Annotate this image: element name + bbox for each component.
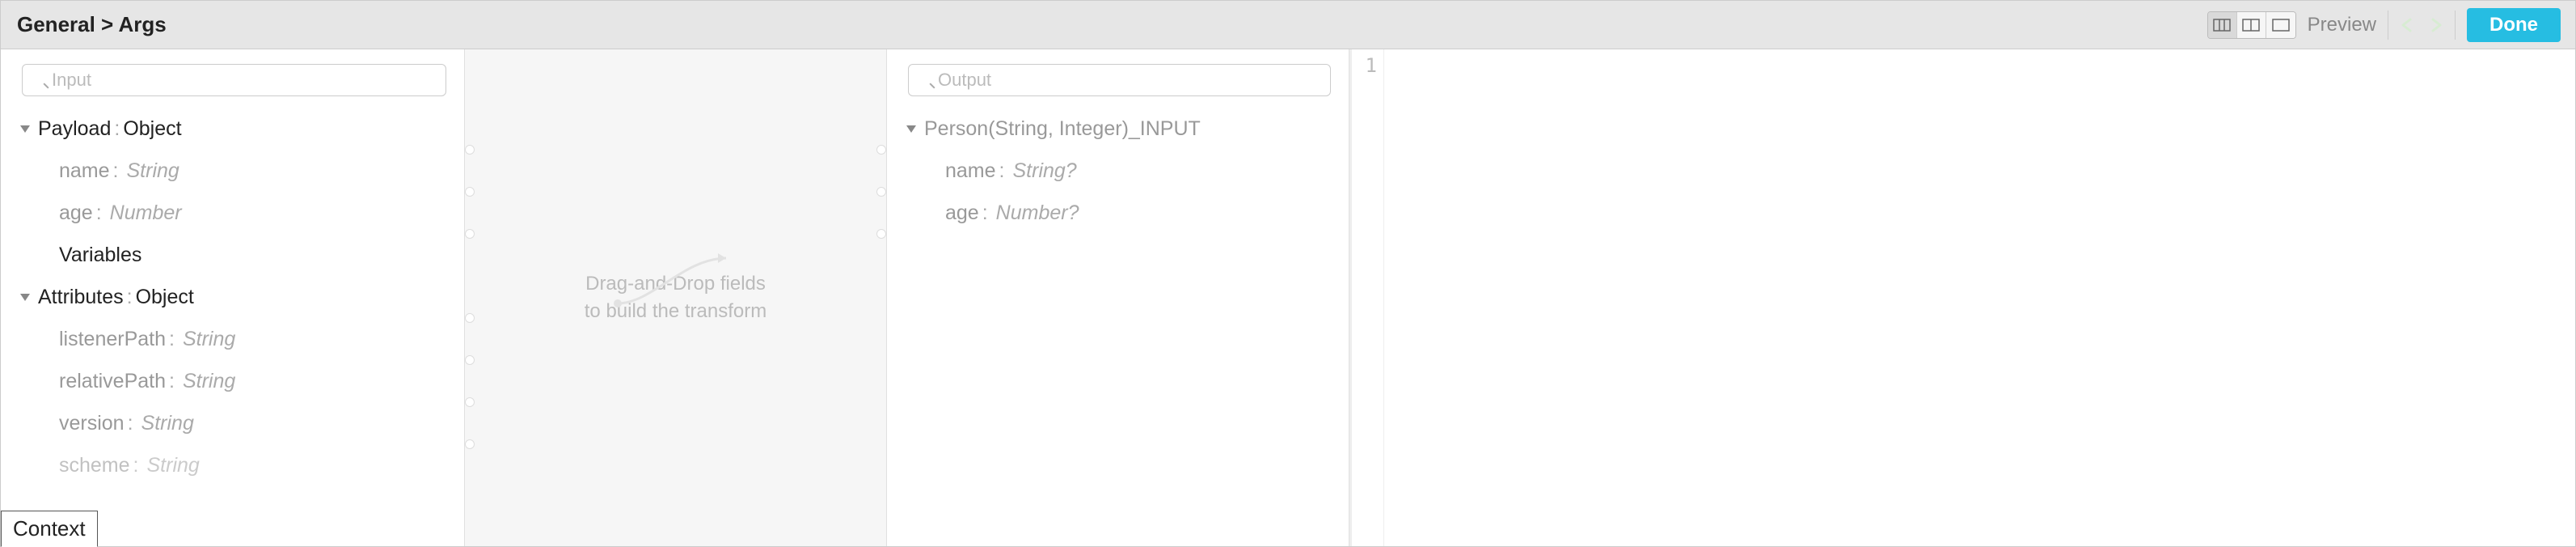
field-type: String [183, 327, 235, 351]
nav-arrow-group [2388, 11, 2456, 40]
two-pane-icon [2242, 19, 2260, 32]
input-variables-node[interactable]: Variables [1, 234, 464, 276]
output-ports [876, 49, 887, 546]
output-field-name[interactable]: name : String? [887, 150, 1349, 192]
tree-label: Variables [59, 243, 141, 267]
prev-arrow-button[interactable] [2397, 14, 2419, 36]
output-panel: Person(String, Integer)_INPUT name : Str… [887, 49, 1349, 546]
field-name: relativePath [59, 369, 166, 393]
view-two-pane-button[interactable] [2237, 12, 2266, 38]
mapping-curve-icon [611, 248, 741, 313]
search-icon [22, 64, 446, 96]
header-toolbar: General > Args Preview [1, 1, 2575, 49]
field-type: Number? [996, 201, 1079, 225]
breadcrumb: General > Args [17, 12, 167, 37]
output-root-node[interactable]: Person(String, Integer)_INPUT [887, 108, 1349, 150]
tree-type-label: Object [123, 117, 181, 141]
view-toggle-group [2207, 11, 2296, 39]
single-pane-icon [2272, 19, 2290, 32]
tree-label: Attributes [38, 285, 124, 309]
tree-label: Payload [38, 117, 111, 141]
input-panel: Payload : Object name : String age : Num… [1, 49, 465, 546]
input-attr-version[interactable]: version : String [1, 402, 464, 444]
chevron-down-icon [20, 125, 30, 133]
field-type: String [147, 453, 200, 477]
port-dot[interactable] [465, 397, 475, 407]
field-name: listenerPath [59, 327, 166, 351]
port-dot[interactable] [465, 187, 475, 197]
field-type: String [183, 369, 235, 393]
tree-label: Person(String, Integer)_INPUT [924, 117, 1201, 141]
port-dot[interactable] [465, 145, 475, 155]
output-field-age[interactable]: age : Number? [887, 192, 1349, 234]
field-type: String [127, 159, 179, 183]
preview-label[interactable]: Preview [2308, 14, 2376, 36]
header-actions: Preview Done [2207, 8, 2561, 42]
line-gutter: 1 [1352, 49, 1384, 546]
field-name: version [59, 411, 125, 435]
next-arrow-button[interactable] [2424, 14, 2447, 36]
main-area: Payload : Object name : String age : Num… [1, 49, 2575, 546]
line-number: 1 [1352, 54, 1377, 77]
arrow-prev-icon [2399, 17, 2417, 33]
mapping-panel[interactable]: Drag-and-Drop fields to build the transf… [465, 49, 887, 546]
code-area[interactable] [1384, 49, 2575, 546]
field-type: Number [110, 201, 182, 225]
chevron-down-icon [906, 125, 916, 133]
port-dot[interactable] [465, 439, 475, 449]
input-attributes-node[interactable]: Attributes : Object [1, 276, 464, 318]
field-type: String? [1013, 159, 1077, 183]
input-attr-listenerpath[interactable]: listenerPath : String [1, 318, 464, 360]
port-dot[interactable] [465, 229, 475, 239]
input-attr-relativepath[interactable]: relativePath : String [1, 360, 464, 402]
view-three-pane-button[interactable] [2208, 12, 2237, 38]
field-name: age [59, 201, 93, 225]
input-field-name[interactable]: name : String [1, 150, 464, 192]
output-tree: Person(String, Integer)_INPUT name : Str… [887, 104, 1349, 546]
context-tab[interactable]: Context [1, 511, 98, 547]
tree-type-label: Object [136, 285, 194, 309]
done-button[interactable]: Done [2467, 8, 2561, 42]
port-dot[interactable] [876, 145, 886, 155]
field-name: age [945, 201, 979, 225]
input-search-field[interactable] [22, 64, 446, 96]
type-separator: : [114, 117, 120, 141]
input-ports [464, 49, 475, 546]
transform-editor: General > Args Preview [0, 0, 2576, 547]
port-dot[interactable] [876, 229, 886, 239]
input-field-age[interactable]: age : Number [1, 192, 464, 234]
field-name: scheme [59, 453, 130, 477]
field-type: String [141, 411, 194, 435]
code-editor-panel: 1 [1349, 49, 2575, 546]
input-attr-scheme[interactable]: scheme : String [1, 444, 464, 486]
output-search-field[interactable] [908, 64, 1331, 96]
search-icon [908, 64, 1331, 96]
three-pane-icon [2213, 19, 2231, 32]
port-dot[interactable] [465, 355, 475, 365]
port-dot[interactable] [465, 313, 475, 323]
view-single-pane-button[interactable] [2266, 12, 2295, 38]
input-tree: Payload : Object name : String age : Num… [1, 104, 464, 546]
field-name: name [945, 159, 996, 183]
input-payload-node[interactable]: Payload : Object [1, 108, 464, 150]
arrow-next-icon [2426, 17, 2444, 33]
chevron-down-icon [20, 294, 30, 301]
field-name: name [59, 159, 110, 183]
port-dot[interactable] [876, 187, 886, 197]
